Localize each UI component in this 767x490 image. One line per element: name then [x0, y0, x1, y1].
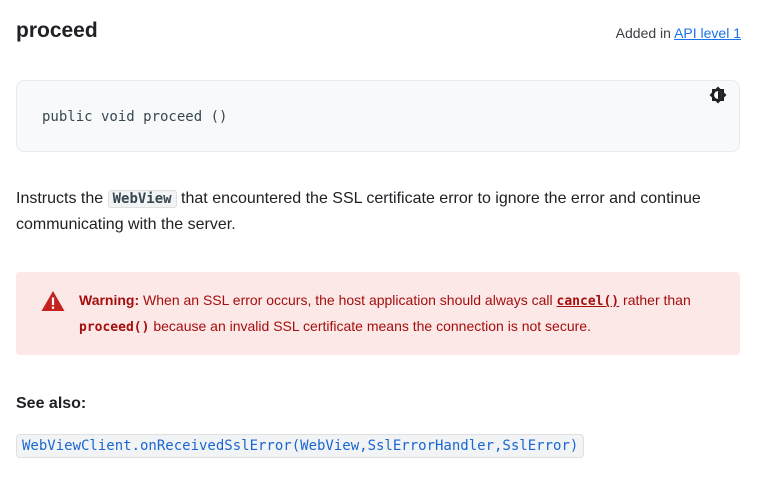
warning-text-2: rather than [619, 292, 691, 308]
api-level-link[interactable]: API level 1 [674, 25, 741, 41]
webview-code: WebView [107, 190, 177, 208]
warning-label: Warning: [79, 292, 140, 308]
warning-text-1: When an SSL error occurs, the host appli… [139, 292, 557, 308]
proceed-code: proceed() [79, 320, 150, 335]
signature-code-block: public void proceed () [16, 80, 740, 152]
warning-callout: Warning: When an SSL error occurs, the h… [16, 272, 740, 355]
cancel-code: cancel() [556, 294, 620, 309]
api-added-prefix: Added in [615, 25, 675, 41]
method-header: proceed Added in API level 1 [16, 18, 741, 46]
warning-text: Warning: When an SSL error occurs, the h… [79, 288, 719, 340]
api-level-note: Added in API level 1 [616, 24, 741, 42]
see-also-link[interactable]: WebViewClient.onReceivedSslError(WebView… [16, 434, 585, 458]
brightness-icon[interactable] [709, 86, 727, 104]
warning-triangle-icon [41, 290, 65, 312]
method-title: proceed [16, 19, 98, 42]
cancel-link[interactable]: cancel() [556, 292, 620, 309]
method-description: Instructs the WebView that encountered t… [16, 186, 716, 237]
see-also-heading: See also: [16, 395, 87, 412]
description-text-before: Instructs the [16, 190, 108, 207]
warning-text-3: because an invalid SSL certificate means… [149, 318, 591, 334]
signature-code: public void proceed () [42, 109, 228, 125]
